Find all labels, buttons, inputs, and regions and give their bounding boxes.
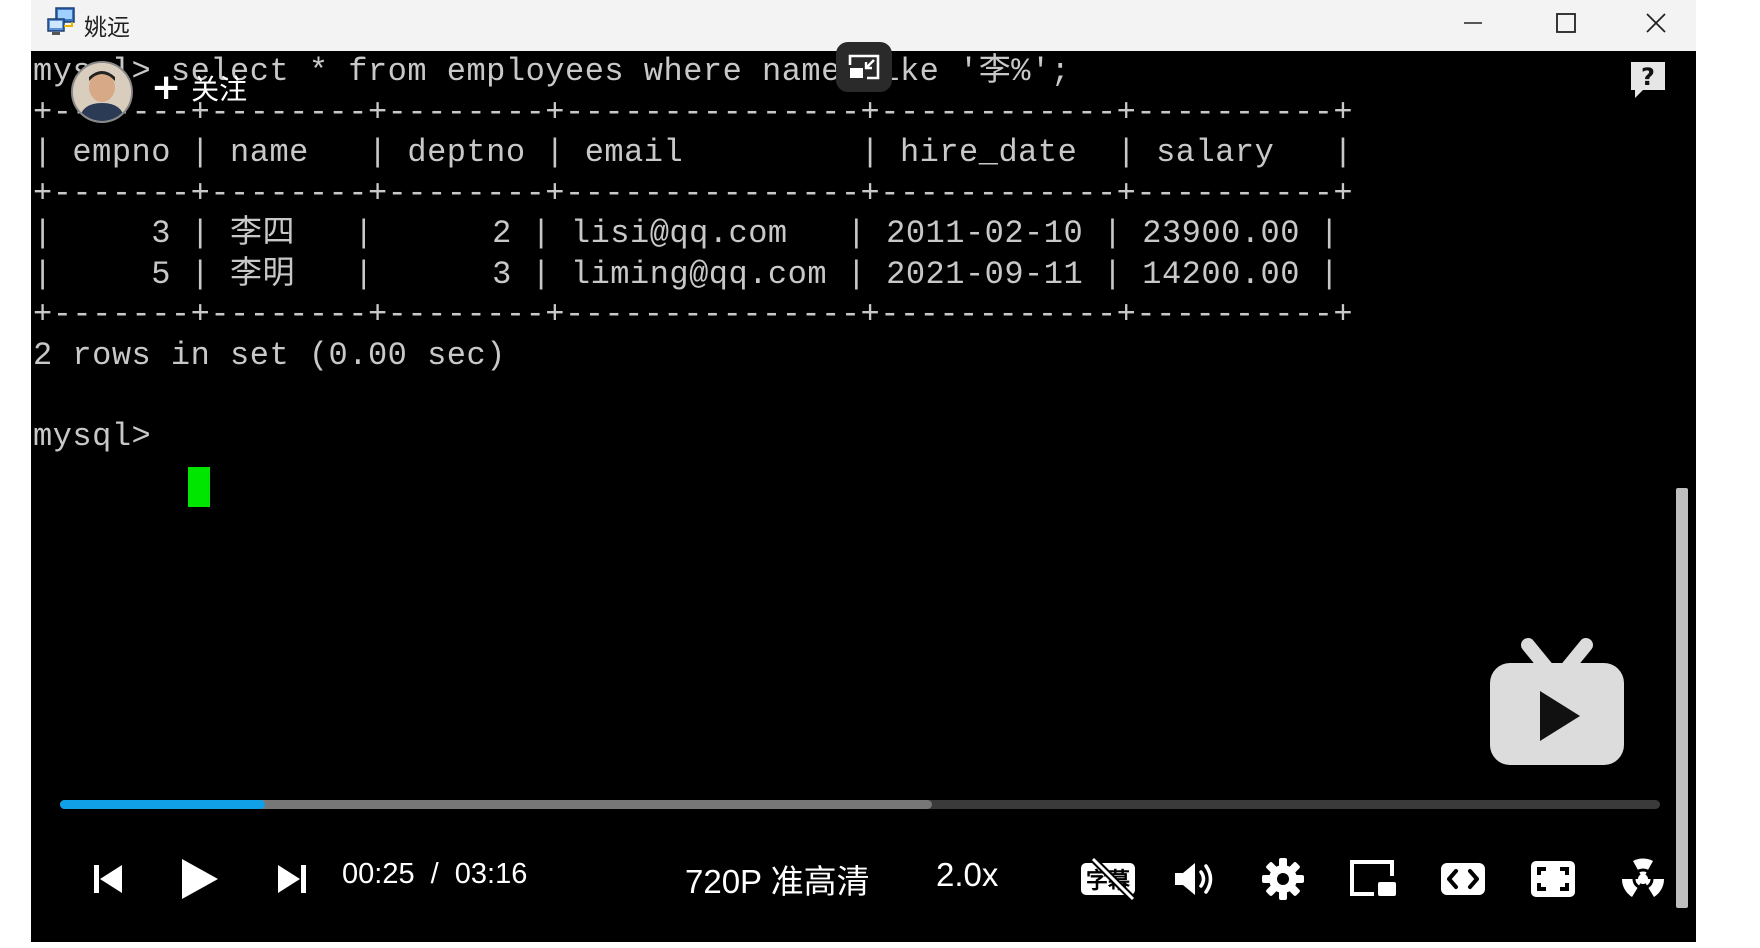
terminal-video-frame: mysql> select * from employees where nam…	[31, 52, 1671, 912]
volume-icon	[1175, 863, 1213, 895]
widescreen-icon	[1441, 863, 1485, 895]
radiation-icon	[1621, 858, 1665, 897]
subtitle-off-icon: 字幕	[1081, 857, 1136, 901]
maximize-icon	[1556, 13, 1576, 33]
close-button[interactable]	[1616, 0, 1696, 46]
skip-previous-button[interactable]	[83, 854, 133, 904]
video-player-window: 姚远 mysql> select * from employees where …	[31, 0, 1696, 942]
fullscreen-button[interactable]	[1525, 854, 1581, 904]
mini-player-icon	[1350, 860, 1396, 896]
close-icon	[1646, 13, 1666, 33]
minimize-button[interactable]	[1433, 0, 1513, 46]
progress-played	[60, 800, 265, 809]
radiation-button[interactable]	[1615, 854, 1671, 904]
time-separator: /	[430, 858, 439, 890]
player-controls: 00:25 / 03:16 720P 准高清 2.0x 字幕	[31, 840, 1696, 920]
help-icon[interactable]: ?	[1627, 58, 1669, 100]
mini-player-button[interactable]	[1345, 854, 1401, 904]
duration: 03:16	[454, 858, 528, 890]
speed-selector[interactable]: 2.0x	[936, 856, 998, 894]
current-time: 00:25	[342, 858, 415, 890]
follow-label: 关注	[191, 73, 248, 106]
volume-button[interactable]	[1169, 854, 1221, 904]
maximize-button[interactable]	[1526, 0, 1606, 46]
bilibili-tv-logo-icon	[1490, 638, 1624, 765]
uploader-avatar[interactable]	[71, 61, 133, 123]
terminal-output: mysql> select * from employees where nam…	[33, 53, 1354, 455]
play-button[interactable]	[171, 854, 227, 904]
minimize-icon	[1464, 22, 1482, 24]
terminal-cursor	[188, 467, 210, 507]
svg-text:?: ?	[1641, 63, 1655, 91]
scrollbar[interactable]	[1676, 488, 1688, 908]
settings-button[interactable]	[1257, 854, 1309, 904]
quality-selector[interactable]: 720P 准高清	[685, 855, 870, 903]
avatar-portrait-icon	[73, 63, 131, 121]
skip-next-icon	[278, 865, 306, 893]
time-display: 00:25 / 03:16	[342, 858, 535, 891]
skip-previous-icon	[94, 865, 122, 893]
gear-icon	[1262, 858, 1304, 900]
skip-next-button[interactable]	[267, 854, 317, 904]
play-icon	[182, 859, 218, 899]
picture-in-picture-button[interactable]	[836, 42, 892, 92]
plus-icon: +	[151, 67, 182, 108]
progress-bar[interactable]	[60, 800, 1660, 809]
fullscreen-icon	[1531, 861, 1575, 897]
window-title: 姚远	[84, 15, 130, 41]
widescreen-button[interactable]	[1435, 854, 1491, 904]
follow-button[interactable]: + 关注	[151, 68, 247, 108]
subtitle-button[interactable]: 字幕	[1077, 854, 1141, 904]
exit-pip-icon	[848, 54, 880, 80]
network-computer-icon	[47, 7, 75, 35]
